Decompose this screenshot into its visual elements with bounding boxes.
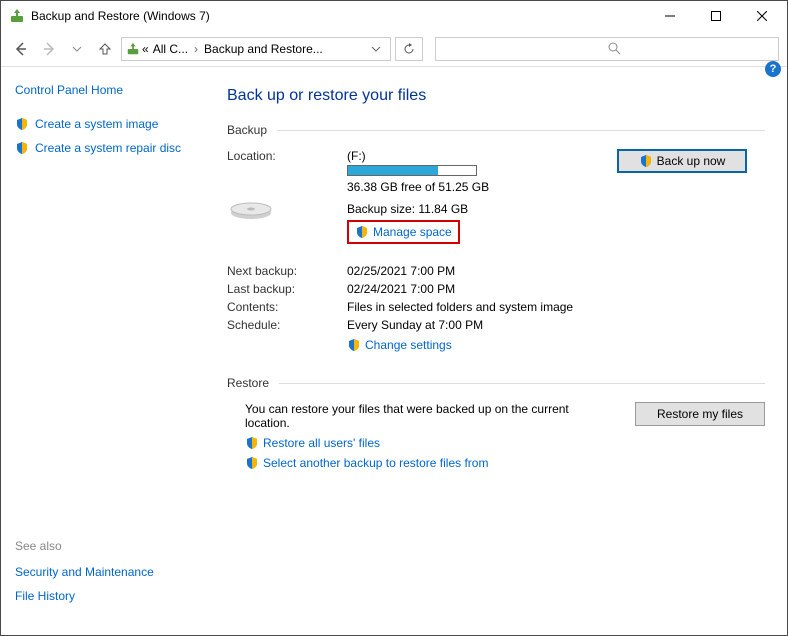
free-space-text: 36.38 GB free of 51.25 GB xyxy=(347,180,607,194)
link-label: Create a system image xyxy=(35,117,158,131)
disk-usage-bar xyxy=(347,165,477,176)
location-label: Location: xyxy=(227,149,347,163)
button-label: Back up now xyxy=(657,154,726,168)
address-dropdown[interactable] xyxy=(366,44,386,54)
manage-space-link[interactable]: Manage space xyxy=(373,225,452,239)
select-another-backup-link[interactable]: Select another backup to restore files f… xyxy=(245,456,619,470)
control-panel-home-link[interactable]: Control Panel Home xyxy=(15,83,197,97)
up-button[interactable] xyxy=(93,37,117,61)
divider xyxy=(277,130,765,131)
schedule-label: Schedule: xyxy=(227,318,347,332)
manage-space-highlight: Manage space xyxy=(347,220,460,244)
crumb-prefix: « xyxy=(140,42,151,56)
section-label: Backup xyxy=(227,123,267,137)
create-repair-disc-link[interactable]: Create a system repair disc xyxy=(15,141,197,155)
shield-icon xyxy=(245,436,259,450)
close-button[interactable] xyxy=(739,1,785,31)
main-panel: ? Back up or restore your files Backup L… xyxy=(211,67,787,635)
search-icon xyxy=(607,41,772,57)
link-label: Security and Maintenance xyxy=(15,565,154,579)
crumb-1[interactable]: All C... xyxy=(151,42,190,56)
sidebar: Control Panel Home Create a system image… xyxy=(1,67,211,635)
shield-icon xyxy=(639,154,653,168)
link-label: File History xyxy=(15,589,75,603)
button-label: Restore my files xyxy=(657,407,743,421)
link-label: Change settings xyxy=(365,338,452,352)
contents-value: Files in selected folders and system ima… xyxy=(347,300,765,314)
link-label: Create a system repair disc xyxy=(35,141,181,155)
back-button[interactable] xyxy=(9,37,33,61)
back-up-now-button[interactable]: Back up now xyxy=(617,149,747,173)
refresh-button[interactable] xyxy=(395,37,423,61)
drive-icon xyxy=(227,191,275,221)
backup-section-header: Backup xyxy=(227,123,765,137)
last-backup-value: 02/24/2021 7:00 PM xyxy=(347,282,765,296)
change-settings-link[interactable]: Change settings xyxy=(347,338,765,352)
create-system-image-link[interactable]: Create a system image xyxy=(15,117,197,131)
section-label: Restore xyxy=(227,376,269,390)
divider xyxy=(279,383,765,384)
restore-section-header: Restore xyxy=(227,376,765,390)
restore-my-files-button[interactable]: Restore my files xyxy=(635,402,765,426)
window-title: Backup and Restore (Windows 7) xyxy=(31,9,647,23)
shield-icon xyxy=(15,141,29,155)
crumb-sep-icon: › xyxy=(190,42,202,56)
help-icon[interactable]: ? xyxy=(765,61,781,77)
shield-icon xyxy=(245,456,259,470)
file-history-link[interactable]: File History xyxy=(15,589,197,603)
shield-icon xyxy=(347,338,361,352)
crumb-2[interactable]: Backup and Restore... xyxy=(202,42,325,56)
minimize-button[interactable] xyxy=(647,1,693,31)
restore-all-users-link[interactable]: Restore all users' files xyxy=(245,436,619,450)
restore-description: You can restore your files that were bac… xyxy=(245,402,595,430)
nav-toolbar: « All C... › Backup and Restore... xyxy=(1,31,787,67)
see-also-heading: See also xyxy=(15,539,197,553)
next-backup-value: 02/25/2021 7:00 PM xyxy=(347,264,765,278)
forward-button[interactable] xyxy=(37,37,61,61)
page-heading: Back up or restore your files xyxy=(227,87,765,105)
schedule-value: Every Sunday at 7:00 PM xyxy=(347,318,765,332)
last-backup-label: Last backup: xyxy=(227,282,347,296)
link-label: Restore all users' files xyxy=(263,436,380,450)
next-backup-label: Next backup: xyxy=(227,264,347,278)
shield-icon xyxy=(15,117,29,131)
title-bar: Backup and Restore (Windows 7) xyxy=(1,1,787,31)
backup-size-text: Backup size: 11.84 GB xyxy=(347,202,607,216)
contents-label: Contents: xyxy=(227,300,347,314)
link-label: Select another backup to restore files f… xyxy=(263,456,488,470)
address-bar[interactable]: « All C... › Backup and Restore... xyxy=(121,37,391,61)
search-input[interactable] xyxy=(435,37,779,61)
address-icon xyxy=(126,42,140,56)
app-icon xyxy=(9,8,25,24)
security-maintenance-link[interactable]: Security and Maintenance xyxy=(15,565,197,579)
recent-dropdown[interactable] xyxy=(65,37,89,61)
shield-icon xyxy=(355,225,369,239)
location-value: (F:) xyxy=(347,149,607,163)
maximize-button[interactable] xyxy=(693,1,739,31)
